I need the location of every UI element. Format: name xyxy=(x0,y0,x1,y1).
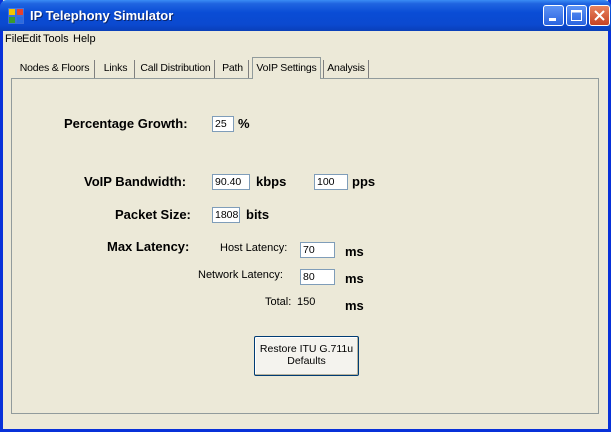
total-latency-label: Total: xyxy=(265,296,292,308)
network-latency-label: Network Latency: xyxy=(198,269,283,281)
close-icon xyxy=(594,10,605,21)
menu-bar: File Edit Tools Help xyxy=(3,31,608,47)
packet-size-input[interactable]: 1808 xyxy=(212,207,240,223)
percentage-growth-label: Percentage Growth: xyxy=(64,116,188,131)
tab-links[interactable]: Links xyxy=(97,60,135,78)
voip-settings-panel: Percentage Growth: 25 % VoIP Bandwidth: … xyxy=(11,78,599,414)
packet-size-label: Packet Size: xyxy=(115,207,191,222)
bandwidth-kbps-input[interactable]: 90.40 xyxy=(212,174,250,190)
close-button[interactable] xyxy=(589,5,610,26)
percentage-growth-input[interactable]: 25 xyxy=(212,116,234,132)
menu-tools[interactable]: Tools xyxy=(43,33,69,45)
maximize-icon xyxy=(571,10,582,21)
total-latency-value: 150 xyxy=(297,296,316,308)
minimize-button[interactable] xyxy=(543,5,564,26)
restore-button-line1: Restore ITU G.711u xyxy=(259,343,354,355)
tab-voip-settings[interactable]: VoIP Settings xyxy=(252,57,321,79)
restore-defaults-button[interactable]: Restore ITU G.711u Defaults xyxy=(254,336,359,376)
percent-unit: % xyxy=(238,116,250,131)
restore-button-line2: Defaults xyxy=(287,355,326,367)
bits-unit: bits xyxy=(246,207,270,222)
host-latency-unit: ms xyxy=(345,244,364,259)
minimize-icon xyxy=(549,18,556,21)
app-window: IP Telephony Simulator File Edit Tools H… xyxy=(0,0,611,432)
kbps-unit: kbps xyxy=(256,174,287,189)
total-latency-unit: ms xyxy=(345,298,364,313)
bandwidth-pps-input[interactable]: 100 xyxy=(314,174,348,190)
host-latency-label: Host Latency: xyxy=(220,242,288,254)
voip-bandwidth-label: VoIP Bandwidth: xyxy=(84,174,187,189)
tab-control: Nodes & Floors Links Call Distribution P… xyxy=(3,47,608,429)
pps-unit: pps xyxy=(352,174,376,189)
tab-path[interactable]: Path xyxy=(217,60,249,78)
tab-analysis[interactable]: Analysis xyxy=(323,60,369,78)
app-grid-icon xyxy=(8,8,24,24)
network-latency-unit: ms xyxy=(345,271,364,286)
menu-edit[interactable]: Edit xyxy=(22,33,41,45)
maximize-button[interactable] xyxy=(566,5,587,26)
max-latency-label: Max Latency: xyxy=(107,239,190,254)
window-title: IP Telephony Simulator xyxy=(30,8,174,23)
menu-file[interactable]: File xyxy=(5,33,23,45)
tab-call-distribution[interactable]: Call Distribution xyxy=(137,60,215,78)
network-latency-input[interactable]: 80 xyxy=(300,269,335,285)
tab-nodes-floors[interactable]: Nodes & Floors xyxy=(15,60,95,78)
host-latency-input[interactable]: 70 xyxy=(300,242,335,258)
title-bar[interactable]: IP Telephony Simulator xyxy=(0,0,611,31)
menu-help[interactable]: Help xyxy=(73,33,96,45)
